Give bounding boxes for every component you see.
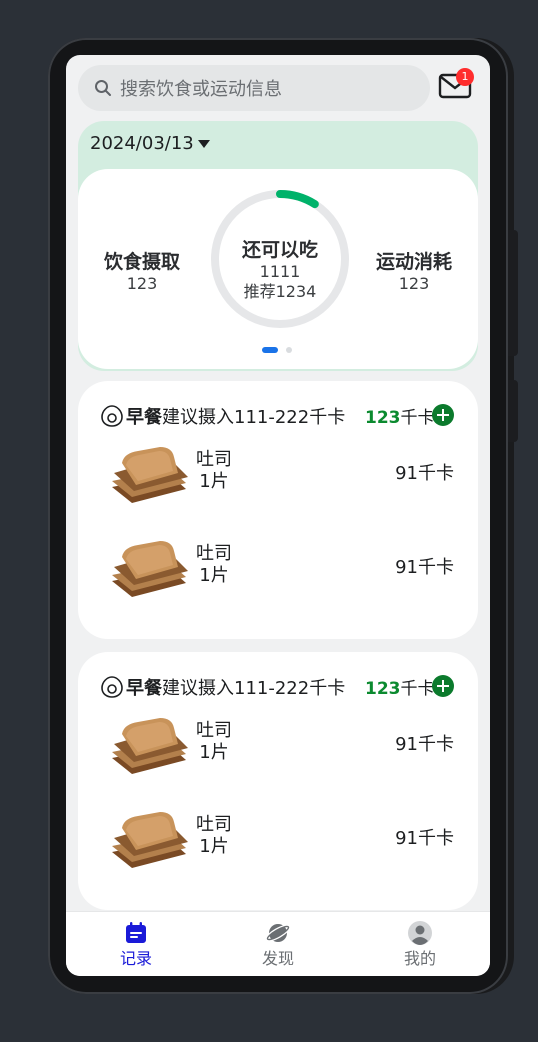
ring-center: 还可以吃 1111 推荐1234 (206, 235, 354, 302)
calendar-icon (126, 922, 146, 943)
page-dot (286, 347, 292, 353)
food-name: 吐司 (196, 814, 232, 835)
add-food-button[interactable] (432, 404, 454, 426)
food-qty: 1片 (199, 471, 229, 492)
meal-title: 早餐建议摄入111-222千卡 (126, 403, 345, 429)
food-name: 吐司 (196, 449, 232, 470)
food-name-block: 吐司 1片 (196, 543, 232, 587)
tab-label: 发现 (261, 949, 294, 968)
power-button (508, 380, 518, 442)
ring-recommend: 推荐1234 (243, 282, 317, 301)
food-item[interactable]: 吐司 1片 91千卡 (108, 443, 458, 513)
exercise-column: 运动消耗 123 (368, 247, 460, 293)
search-bar[interactable]: 搜索饮食或运动信息 (78, 65, 430, 111)
food-qty: 1片 (199, 742, 229, 763)
food-name-block: 吐司 1片 (196, 720, 232, 764)
meal-name: 早餐 (126, 407, 162, 428)
meal-kcal-unit: 千卡 (400, 408, 435, 428)
food-name-block: 吐司 1片 (196, 449, 232, 493)
meal-kcal: 123千卡 (365, 674, 435, 699)
meal-kcal-unit: 千卡 (400, 679, 435, 699)
tab-records[interactable]: 记录 (96, 920, 176, 969)
food-name: 吐司 (196, 720, 232, 741)
meal-header: 早餐建议摄入111-222千卡 123千卡 (100, 403, 460, 429)
date-label: 2024/03/13 (90, 133, 194, 154)
food-kcal: 91千卡 (395, 828, 454, 849)
egg-icon (101, 676, 123, 698)
page-indicator (262, 347, 292, 353)
tab-profile[interactable]: 我的 (380, 920, 460, 969)
tab-label: 记录 (119, 949, 152, 968)
meal-kcal-value: 123 (365, 679, 401, 699)
meal-title: 早餐建议摄入111-222千卡 (126, 674, 345, 700)
food-qty: 1片 (199, 836, 229, 857)
toast-icon (112, 812, 188, 868)
dropdown-arrow-icon (197, 139, 210, 148)
food-kcal: 91千卡 (395, 734, 454, 755)
planet-icon (265, 924, 291, 942)
ring-title: 还可以吃 (241, 239, 318, 261)
meal-kcal-value: 123 (365, 408, 401, 428)
bottom-tab-bar: 记录 发现 我的 (66, 911, 490, 976)
food-name: 吐司 (196, 543, 232, 564)
date-picker[interactable]: 2024/03/13 (90, 133, 210, 154)
search-icon (95, 80, 111, 96)
exercise-value: 123 (398, 274, 430, 293)
intake-value: 123 (126, 274, 158, 293)
toast-icon (112, 541, 188, 597)
search-placeholder: 搜索饮食或运动信息 (120, 79, 282, 100)
tab-discover[interactable]: 发现 (238, 920, 318, 969)
intake-column: 饮食摄取 123 (96, 247, 188, 293)
meal-kcal: 123千卡 (365, 403, 435, 428)
food-name-block: 吐司 1片 (196, 814, 232, 858)
meal-name: 早餐 (126, 678, 162, 699)
intake-title: 饮食摄取 (103, 251, 180, 273)
food-kcal: 91千卡 (395, 463, 454, 484)
food-qty: 1片 (199, 565, 229, 586)
food-item[interactable]: 吐司 1片 91千卡 (108, 714, 458, 784)
tab-label: 我的 (403, 949, 436, 968)
egg-icon (101, 405, 123, 427)
meal-card-breakfast: 早餐建议摄入111-222千卡 123千卡 吐司 1片 91千卡 吐司 1片 9… (78, 652, 478, 910)
ring-value: 1111 (259, 262, 301, 281)
app-screen: 搜索饮食或运动信息 1 2024/03/13 饮食摄取 123 还可以吃 111… (66, 55, 490, 976)
mail-badge: 1 (456, 68, 474, 86)
food-item[interactable]: 吐司 1片 91千卡 (108, 537, 458, 607)
add-food-button[interactable] (432, 675, 454, 697)
profile-icon (408, 921, 432, 945)
meal-header: 早餐建议摄入111-222千卡 123千卡 (100, 674, 460, 700)
meal-card-breakfast: 早餐建议摄入111-222千卡 123千卡 吐司 1片 91千卡 吐司 1片 9… (78, 381, 478, 639)
meal-suggest: 建议摄入111-222千卡 (162, 678, 346, 699)
toast-icon (112, 447, 188, 503)
page-dot-active (262, 347, 278, 353)
exercise-title: 运动消耗 (375, 251, 452, 273)
toast-icon (112, 718, 188, 774)
meal-suggest: 建议摄入111-222千卡 (162, 407, 346, 428)
calorie-summary-card[interactable]: 饮食摄取 123 还可以吃 1111 推荐1234 运动消耗 123 (78, 169, 478, 369)
volume-button (508, 230, 518, 356)
food-item[interactable]: 吐司 1片 91千卡 (108, 808, 458, 878)
food-kcal: 91千卡 (395, 557, 454, 578)
